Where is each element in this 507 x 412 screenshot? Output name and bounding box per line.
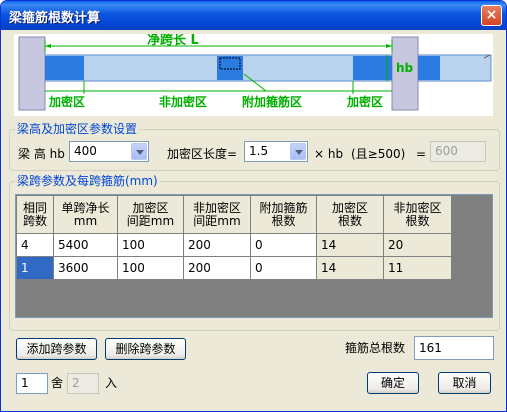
col-header: 非加密区 间距mm: [183, 195, 251, 234]
window-title: 梁箍筋根数计算: [9, 11, 101, 26]
table-row[interactable]: 1 3600 100 200 0 14 11: [16, 256, 452, 280]
col-header: 加密区 根数: [316, 195, 384, 234]
left-column: [18, 36, 46, 111]
dense-zone-right: [418, 56, 440, 80]
zone-label-nondense: 非加密区: [159, 94, 207, 109]
table-row[interactable]: 4 5400 100 200 0 14 20: [16, 233, 452, 257]
table-cell[interactable]: 4: [16, 233, 54, 257]
close-button[interactable]: ×: [481, 5, 502, 26]
span-table: 相同 跨数 单跨净长 mm 加密区 间距mm 非加密区 间距mm 附加箍筋 根数 加密区根…: [15, 194, 493, 318]
chevron-down-icon[interactable]: [290, 143, 306, 160]
round-up-field: 2: [67, 373, 99, 394]
dense-zone-mid: [353, 56, 392, 80]
col-header: 相同 跨数: [16, 195, 54, 234]
beam-params-title: 梁高及加密区参数设置: [15, 122, 140, 136]
col-header: 加密区 间距mm: [117, 195, 184, 234]
table-cell[interactable]: 0: [250, 233, 317, 257]
round-up-label: 入: [105, 376, 118, 390]
dense-zone-left: [45, 56, 84, 80]
dialog-window: 梁箍筋根数计算 × 净跨长 L hb 加密区 非加密区 附加箍筋区 加密区 梁高…: [0, 0, 507, 412]
dense-length-label: 加密区长度=: [167, 147, 238, 161]
add-span-button[interactable]: 添加跨参数: [16, 338, 97, 360]
table-cell[interactable]: 3600: [53, 256, 118, 280]
table-cell[interactable]: 1: [16, 256, 54, 280]
round-down-label: 舍: [51, 376, 64, 390]
table-cell: 14: [316, 233, 384, 257]
beam-diagram: 净跨长 L hb 加密区 非加密区 附加箍筋区 加密区: [14, 32, 493, 116]
zone-label-dense-right: 加密区: [346, 94, 383, 109]
table-cell[interactable]: 100: [117, 233, 184, 257]
col-header: 单跨净长 mm: [53, 195, 118, 234]
title-bar: 梁箍筋根数计算 ×: [1, 1, 506, 30]
chevron-down-icon[interactable]: [131, 143, 147, 160]
cancel-button[interactable]: 取消: [438, 372, 491, 394]
dense-length-result: 600: [430, 141, 486, 162]
beam-height-label: 梁 高 hb: [18, 147, 65, 161]
table-cell: 14: [316, 256, 384, 280]
col-header: 附加箍筋 根数: [250, 195, 317, 234]
equals-label: =: [416, 147, 427, 161]
beam-height-value: 400: [74, 144, 97, 158]
delete-span-button[interactable]: 删除跨参数: [105, 338, 186, 360]
min-note-label: (且≥500): [351, 147, 406, 161]
span-params-title: 梁跨参数及每跨箍筋(mm): [15, 174, 160, 188]
table-cell[interactable]: 0: [250, 256, 317, 280]
ok-button[interactable]: 确定: [367, 372, 419, 394]
table-cell[interactable]: 200: [183, 233, 251, 257]
added-stirrup-zone: [217, 56, 243, 80]
dense-factor-value: 1.5: [249, 144, 269, 158]
table-cell[interactable]: 5400: [53, 233, 118, 257]
zone-label-dense-left: 加密区: [48, 94, 85, 109]
dense-factor-select[interactable]: 1.5: [244, 141, 308, 162]
total-stirrups-field[interactable]: 161: [414, 336, 494, 360]
round-down-field[interactable]: 1: [16, 373, 48, 394]
table-cell[interactable]: 100: [117, 256, 184, 280]
table-cell[interactable]: 200: [183, 256, 251, 280]
table-header: 相同 跨数 单跨净长 mm 加密区 间距mm 非加密区 间距mm 附加箍筋 根数 加密区根…: [16, 195, 452, 234]
times-hb-label: × hb: [314, 147, 344, 161]
table-cell: 20: [383, 233, 452, 257]
col-header: 非加密区 根数: [383, 195, 452, 234]
zone-label-added: 附加箍筋区: [242, 94, 302, 109]
table-cell: 11: [383, 256, 452, 280]
total-stirrups-label: 箍筋总根数: [345, 341, 406, 355]
hb-label: hb: [396, 61, 414, 75]
span-length-label: 净跨长 L: [147, 34, 199, 48]
beam-height-select[interactable]: 400: [69, 141, 149, 162]
